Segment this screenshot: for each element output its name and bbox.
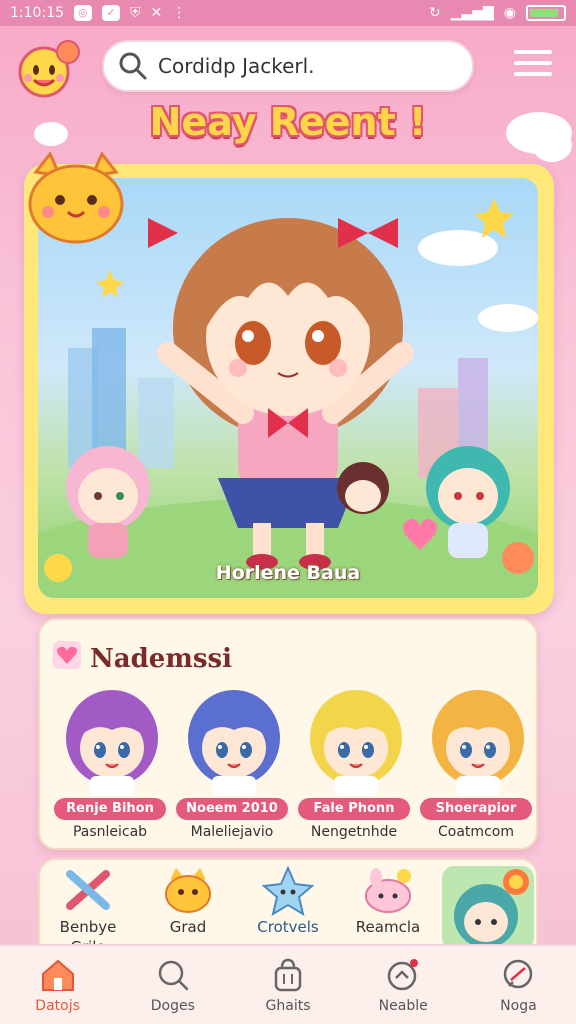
bag-icon [274,958,302,992]
nav-label: Doges [150,998,195,1014]
nav-label: Ghaits [265,998,311,1014]
chat-icon [504,959,533,989]
pinwheel-icon: ✕ [150,5,163,21]
paintbrush-icon [66,870,110,910]
wifi-icon: ◉ [503,5,516,21]
character-name: Nengetnhde [310,824,398,840]
nav-item-chat[interactable]: Noga [461,946,576,1024]
status-time: 1:10:15 [10,5,64,21]
character-tag: Renje Bihon [54,798,166,820]
hamburger-line [514,61,552,65]
search-icon [119,52,147,80]
app-notification-icon: ✓ [101,5,120,21]
messenger-icon: ◎ [73,5,92,21]
nav-label: Noga [500,998,537,1014]
more-dots-icon: ⋮ [172,5,187,21]
character-card[interactable]: Renje Bihon Pasnleicab [54,686,166,842]
search-icon [158,960,189,991]
featured-character-image [454,869,529,948]
home-icon [41,959,74,991]
category-item[interactable]: Crotvels [240,866,336,936]
category-item[interactable]: Grad [140,866,236,936]
search-bar[interactable] [102,40,474,92]
category-item[interactable]: Benbye Grilo [40,866,136,948]
search-input[interactable] [158,54,458,78]
category-item[interactable]: Reamcla [340,866,436,936]
featured-caption: Horlene Baua [215,562,361,584]
character-card[interactable]: Fale Phonn Nengetnhde [298,686,410,842]
bottom-navigation: Datojs Doges Ghaits Neable Noga [0,944,576,1024]
character-card[interactable]: Shoerapior Coatmcom [420,686,532,842]
signal-icon: ▁▃▅▇ [450,5,494,21]
character-avatar [188,690,280,796]
section-title: Neay Reent ! [149,100,427,144]
app-logo-icon[interactable] [14,38,80,98]
menu-button[interactable] [514,50,552,82]
sync-icon: ↻ [428,5,441,21]
featured-category-thumbnail[interactable] [442,866,534,948]
notification-icon [387,959,419,991]
nav-item-search[interactable]: Doges [115,946,230,1024]
category-label: Grad [169,918,207,936]
character-avatar [310,690,402,796]
nav-item-notifications[interactable]: Neable [346,946,461,1024]
character-tag: Fale Phonn [298,798,410,820]
cat-mascot-icon [28,152,124,244]
nav-label: Datojs [35,998,80,1014]
hamburger-line [514,72,552,76]
category-label: Crotvels [257,918,319,936]
character-card[interactable]: Noeem 2010 Maleliejavio [176,686,288,842]
character-name: Coatmcom [438,824,514,840]
bunny-icon [365,868,411,913]
shield-icon: ⛨ [129,5,141,21]
heart-icon [53,641,81,669]
character-name: Pasnleicab [72,824,148,840]
battery-icon [526,5,566,21]
character-name: Maleliejavio [190,824,274,840]
hamburger-line [514,50,552,54]
cat-face-icon [165,868,211,913]
section-heading: Nademssi [90,644,232,674]
nav-item-bag[interactable]: Ghaits [230,946,345,1024]
category-label: Reamcla [355,918,421,936]
character-avatar [432,690,524,796]
character-tag: Shoerapior [420,798,532,820]
categories-section: Benbye Grilo Grad Crotvels Reamcla [38,858,538,948]
star-character-icon [261,866,315,916]
nav-item-home[interactable]: Datojs [0,946,115,1024]
status-bar: 1:10:15 ◎ ✓ ⛨ ✕ ⋮ ↻ ▁▃▅▇ ◉ [0,0,576,26]
character-tag: Noeem 2010 [176,798,288,820]
characters-section: Nademssi Renje Bihon Pasnleicab Noeem 2010… [38,618,538,850]
category-label: Benbye [59,918,117,936]
character-avatar [66,690,158,796]
nav-label: Neable [378,998,428,1014]
app-header [0,32,576,104]
